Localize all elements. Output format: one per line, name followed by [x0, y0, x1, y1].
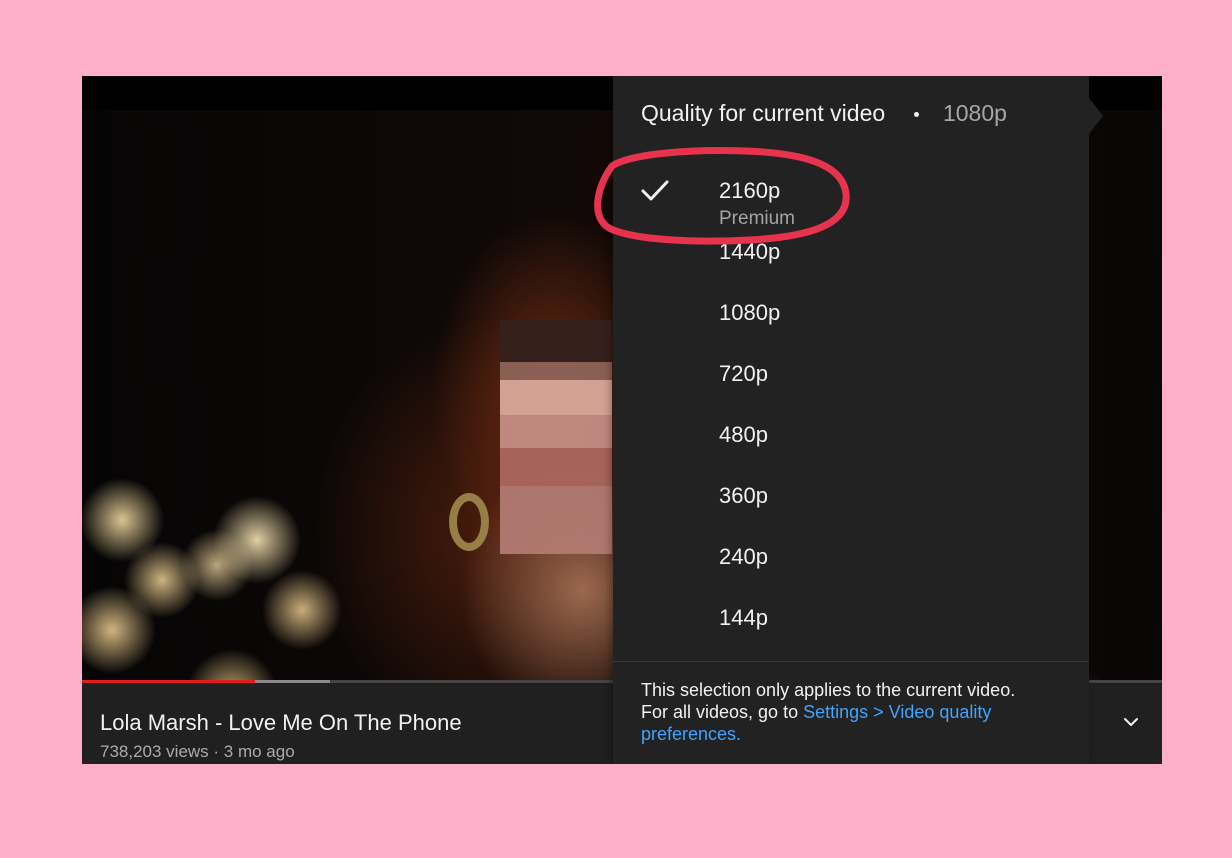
quality-option-720p[interactable]: 720p [613, 344, 1089, 405]
quality-footer-note: This selection only applies to the curre… [641, 679, 1071, 745]
quality-option-480p[interactable]: 480p [613, 405, 1089, 466]
footer-prefix: For all videos, go to [641, 702, 804, 722]
quality-menu-title: Quality for current video [641, 100, 886, 126]
quality-option-label: 1440p [719, 239, 781, 264]
quality-option-label: 360p [719, 483, 768, 508]
quality-option-label: 240p [719, 544, 768, 569]
quality-option-label: 480p [719, 422, 768, 447]
quality-option-1440p[interactable]: 1440p [613, 222, 1089, 283]
blurred-face-region [500, 320, 612, 554]
quality-option-144p[interactable]: 144p [613, 588, 1089, 649]
quality-option-label: 720p [719, 361, 768, 386]
quality-option-label: 2160p [719, 178, 781, 203]
quality-option-label: 1080p [719, 300, 781, 325]
quality-option-2160p[interactable]: 2160p Premium [613, 161, 1089, 229]
header-separator-dot [913, 112, 919, 118]
menu-divider [613, 661, 1089, 662]
quality-option-1080p[interactable]: 1080p [613, 283, 1089, 344]
video-meta: 738,203 views · 3 mo ago [100, 742, 295, 761]
video-player-frame: Lola Marsh - Love Me On The Phone 738,20… [82, 76, 1162, 764]
quality-menu: Quality for current video 1080p 2160p Pre… [594, 76, 1103, 764]
menu-pointer [1089, 98, 1103, 134]
current-quality-value: 1080p [942, 100, 1007, 126]
footer-line-1: This selection only applies to the curre… [641, 680, 1016, 700]
quality-option-360p[interactable]: 360p [613, 466, 1089, 527]
earring-detail [449, 493, 489, 551]
video-title[interactable]: Lola Marsh - Love Me On The Phone [100, 710, 462, 736]
chevron-down-icon[interactable] [1122, 713, 1140, 731]
quality-option-label: 144p [719, 605, 768, 630]
quality-menu-header: Quality for current video 1080p [641, 100, 1061, 130]
quality-option-240p[interactable]: 240p [613, 527, 1089, 588]
checkmark-icon [641, 179, 669, 203]
